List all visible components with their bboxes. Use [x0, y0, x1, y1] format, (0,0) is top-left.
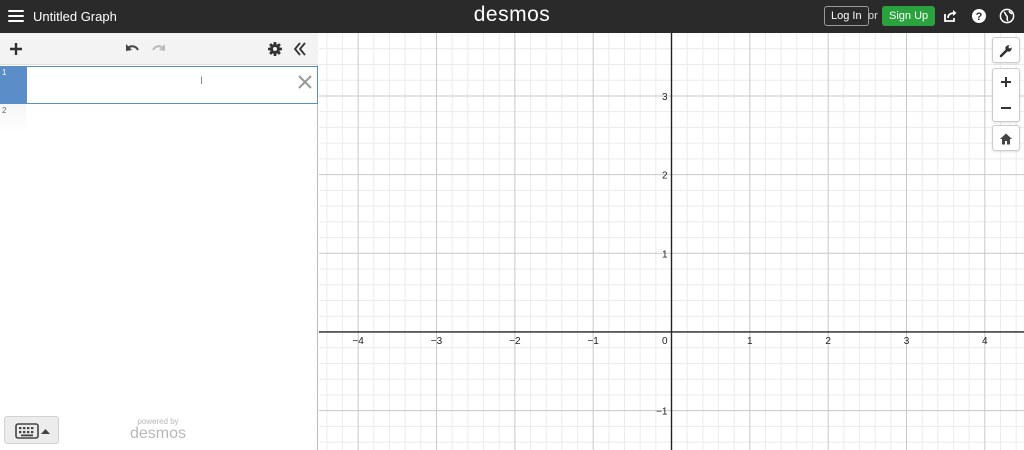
wrench-icon[interactable] [993, 38, 1019, 64]
x-tick-label: −2 [509, 336, 521, 347]
x-tick-label: 2 [825, 336, 831, 347]
zoom-in-icon[interactable] [993, 69, 1019, 95]
y-tick-label: −1 [656, 407, 668, 418]
help-icon[interactable]: ? [971, 8, 987, 24]
login-button[interactable]: Log In [824, 6, 869, 26]
desmos-logo: desmos [473, 3, 551, 26]
expression-row[interactable]: 1 I [0, 66, 318, 104]
zoom-controls [992, 68, 1020, 122]
zoom-out-icon[interactable] [993, 95, 1019, 121]
add-icon[interactable] [8, 41, 24, 57]
hamburger-menu-icon[interactable] [8, 8, 24, 24]
keypad-toggle-button[interactable] [4, 416, 59, 444]
language-globe-icon[interactable] [999, 8, 1015, 24]
settings-gear-icon[interactable] [267, 41, 283, 57]
home-control [992, 125, 1020, 151]
expression-number: 1 [2, 68, 7, 77]
origin-label: 0 [662, 336, 668, 347]
desmos-app: Untitled Graph desmos Log In or Sign Up … [0, 0, 1024, 450]
y-tick-label: 3 [662, 92, 668, 103]
expression-row-tab[interactable]: 2 [0, 104, 26, 134]
collapse-panel-icon[interactable] [292, 41, 308, 57]
x-tick-label: 4 [982, 336, 988, 347]
expression-input[interactable]: I [26, 66, 318, 104]
or-separator: or [868, 10, 878, 22]
redo-icon[interactable] [151, 41, 167, 57]
top-header: Untitled Graph desmos Log In or Sign Up … [0, 0, 1024, 33]
expression-row-tab[interactable]: 1 [0, 66, 26, 104]
powered-by-logo: desmos [129, 425, 187, 442]
powered-by-desmos[interactable]: powered by desmos [108, 417, 208, 443]
x-tick-label: −4 [352, 336, 364, 347]
y-tick-label: 1 [662, 249, 668, 260]
x-tick-label: −1 [587, 336, 599, 347]
expression-number: 2 [2, 106, 7, 115]
x-tick-label: 3 [904, 336, 910, 347]
x-tick-label: −3 [431, 336, 443, 347]
expression-panel: 1 I 2 powered by desmos [0, 33, 318, 450]
home-icon[interactable] [993, 126, 1019, 152]
expression-row[interactable]: 2 [0, 104, 318, 134]
graph-title[interactable]: Untitled Graph [33, 9, 117, 24]
signup-button[interactable]: Sign Up [882, 6, 936, 26]
delete-expression-icon[interactable] [298, 75, 312, 89]
graph-canvas[interactable]: −4 −3 −2 −1 1 2 3 4 3 2 1 −1 0 [319, 33, 1024, 450]
y-tick-label: 2 [662, 171, 668, 182]
undo-icon[interactable] [124, 41, 140, 57]
x-tick-label: 1 [747, 336, 753, 347]
graph-paper[interactable]: −4 −3 −2 −1 1 2 3 4 3 2 1 −1 0 [319, 33, 1024, 450]
svg-text:?: ? [976, 11, 983, 23]
keyboard-icon [15, 423, 39, 439]
tick-labels: −4 −3 −2 −1 1 2 3 4 3 2 1 −1 0 [352, 92, 988, 418]
share-icon[interactable] [942, 8, 958, 24]
expression-toolbar [0, 33, 318, 65]
graph-settings-control [992, 37, 1020, 63]
text-cursor-icon: I [200, 75, 204, 87]
